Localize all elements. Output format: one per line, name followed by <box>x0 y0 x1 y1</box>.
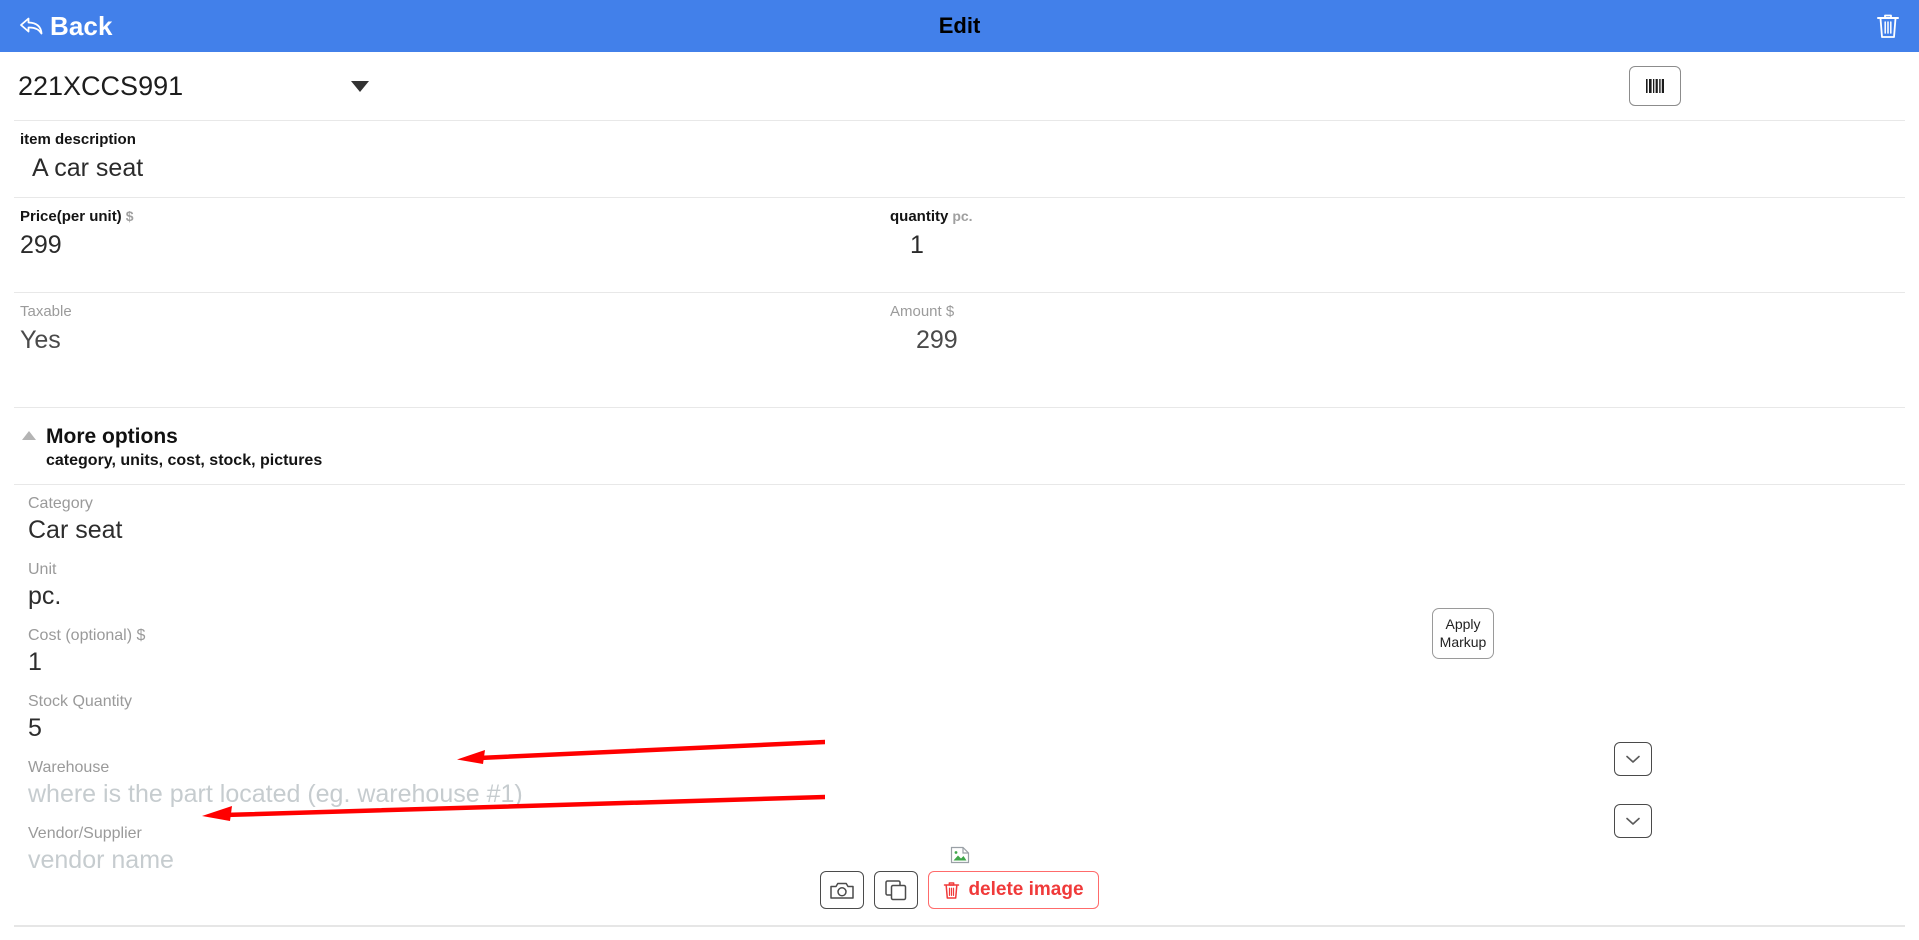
category-field[interactable]: Category Car seat <box>0 485 1919 551</box>
apply-markup-line2: Markup <box>1439 633 1487 650</box>
cost-value[interactable]: 1 <box>28 648 1899 677</box>
unit-label: Unit <box>28 561 57 579</box>
choose-from-gallery-button[interactable] <box>874 871 919 909</box>
barcode-icon <box>1646 79 1664 93</box>
more-options-text: More options category, units, cost, stoc… <box>46 424 322 470</box>
more-options-subtitle: category, units, cost, stock, pictures <box>46 452 323 470</box>
chevron-down-icon <box>1626 817 1640 825</box>
cost-field[interactable]: Cost (optional) $ 1 <box>0 617 1919 683</box>
price-unit: $ <box>125 208 134 224</box>
caret-down-icon[interactable] <box>351 80 370 92</box>
back-button[interactable]: Back <box>18 13 113 39</box>
stock-quantity-label: Stock Quantity <box>28 693 133 711</box>
vendor-dropdown-button[interactable] <box>1614 804 1652 838</box>
camera-icon <box>830 882 855 899</box>
broken-image-icon <box>950 846 969 864</box>
apply-markup-button[interactable]: Apply Markup <box>1432 608 1494 659</box>
item-description-value[interactable]: A car seat <box>20 154 1899 183</box>
item-description-field[interactable]: item description A car seat <box>0 121 1919 197</box>
amount-value: 299 <box>916 326 958 354</box>
back-label: Back <box>50 11 113 41</box>
app-header: Back Edit <box>0 0 1919 52</box>
copy-images-icon <box>885 879 907 900</box>
quantity-field[interactable]: quantity pc. 1 <box>870 198 1570 274</box>
stock-quantity-value[interactable]: 5 <box>28 714 1899 743</box>
taxable-label: Taxable <box>20 303 72 320</box>
unit-field[interactable]: Unit pc. <box>0 551 1919 617</box>
amount-label: Amount $ <box>890 303 955 320</box>
price-value[interactable]: 299 <box>20 231 850 260</box>
more-options-toggle[interactable]: More options category, units, cost, stoc… <box>0 408 1919 484</box>
bottom-divider <box>14 925 1905 927</box>
stock-quantity-field[interactable]: Stock Quantity 5 <box>0 683 1919 749</box>
trash-icon[interactable] <box>1875 12 1901 40</box>
price-label: Price(per unit) $ <box>20 208 850 225</box>
category-value[interactable]: Car seat <box>28 516 1899 545</box>
category-label: Category <box>28 495 93 513</box>
image-action-buttons: delete image <box>820 871 1099 909</box>
sku-value[interactable]: 221XCCS991 <box>18 71 183 102</box>
image-toolbar: delete image <box>0 845 1919 909</box>
taxable-amount-row: Taxable Yes Amount $ 299 <box>0 293 1919 369</box>
warehouse-dropdown-button[interactable] <box>1614 742 1652 776</box>
page-title: Edit <box>938 13 981 38</box>
sku-row: 221XCCS991 <box>0 52 1919 120</box>
cost-label: Cost (optional) $ <box>28 627 146 645</box>
undo-arrow-icon <box>20 17 43 35</box>
more-options-title: More options <box>46 425 178 448</box>
barcode-scan-button[interactable] <box>1629 66 1681 106</box>
quantity-value[interactable]: 1 <box>890 231 1550 260</box>
quantity-unit: pc. <box>952 208 973 224</box>
quantity-label: quantity pc. <box>890 208 1550 225</box>
quantity-label-text: quantity <box>890 208 949 225</box>
price-field[interactable]: Price(per unit) $ 299 <box>0 198 870 274</box>
price-label-text: Price(per unit) <box>20 208 122 225</box>
delete-image-label: delete image <box>968 879 1084 900</box>
edit-item-screen: Back Edit 221XCCS991 item description A … <box>0 0 1919 940</box>
caret-up-icon <box>22 431 36 440</box>
apply-markup-line1: Apply <box>1445 616 1481 632</box>
taxable-value[interactable]: Yes <box>20 326 850 355</box>
delete-image-button[interactable]: delete image <box>928 871 1099 909</box>
taxable-field[interactable]: Taxable Yes <box>0 293 870 369</box>
price-quantity-row: Price(per unit) $ 299 quantity pc. 1 <box>0 198 1919 274</box>
amount-field: Amount $ 299 <box>870 293 1570 369</box>
item-description-label: item description <box>20 131 136 148</box>
chevron-down-icon <box>1626 755 1640 763</box>
take-photo-button[interactable] <box>820 871 865 909</box>
unit-value[interactable]: pc. <box>28 582 1899 611</box>
trash-icon <box>944 881 960 899</box>
